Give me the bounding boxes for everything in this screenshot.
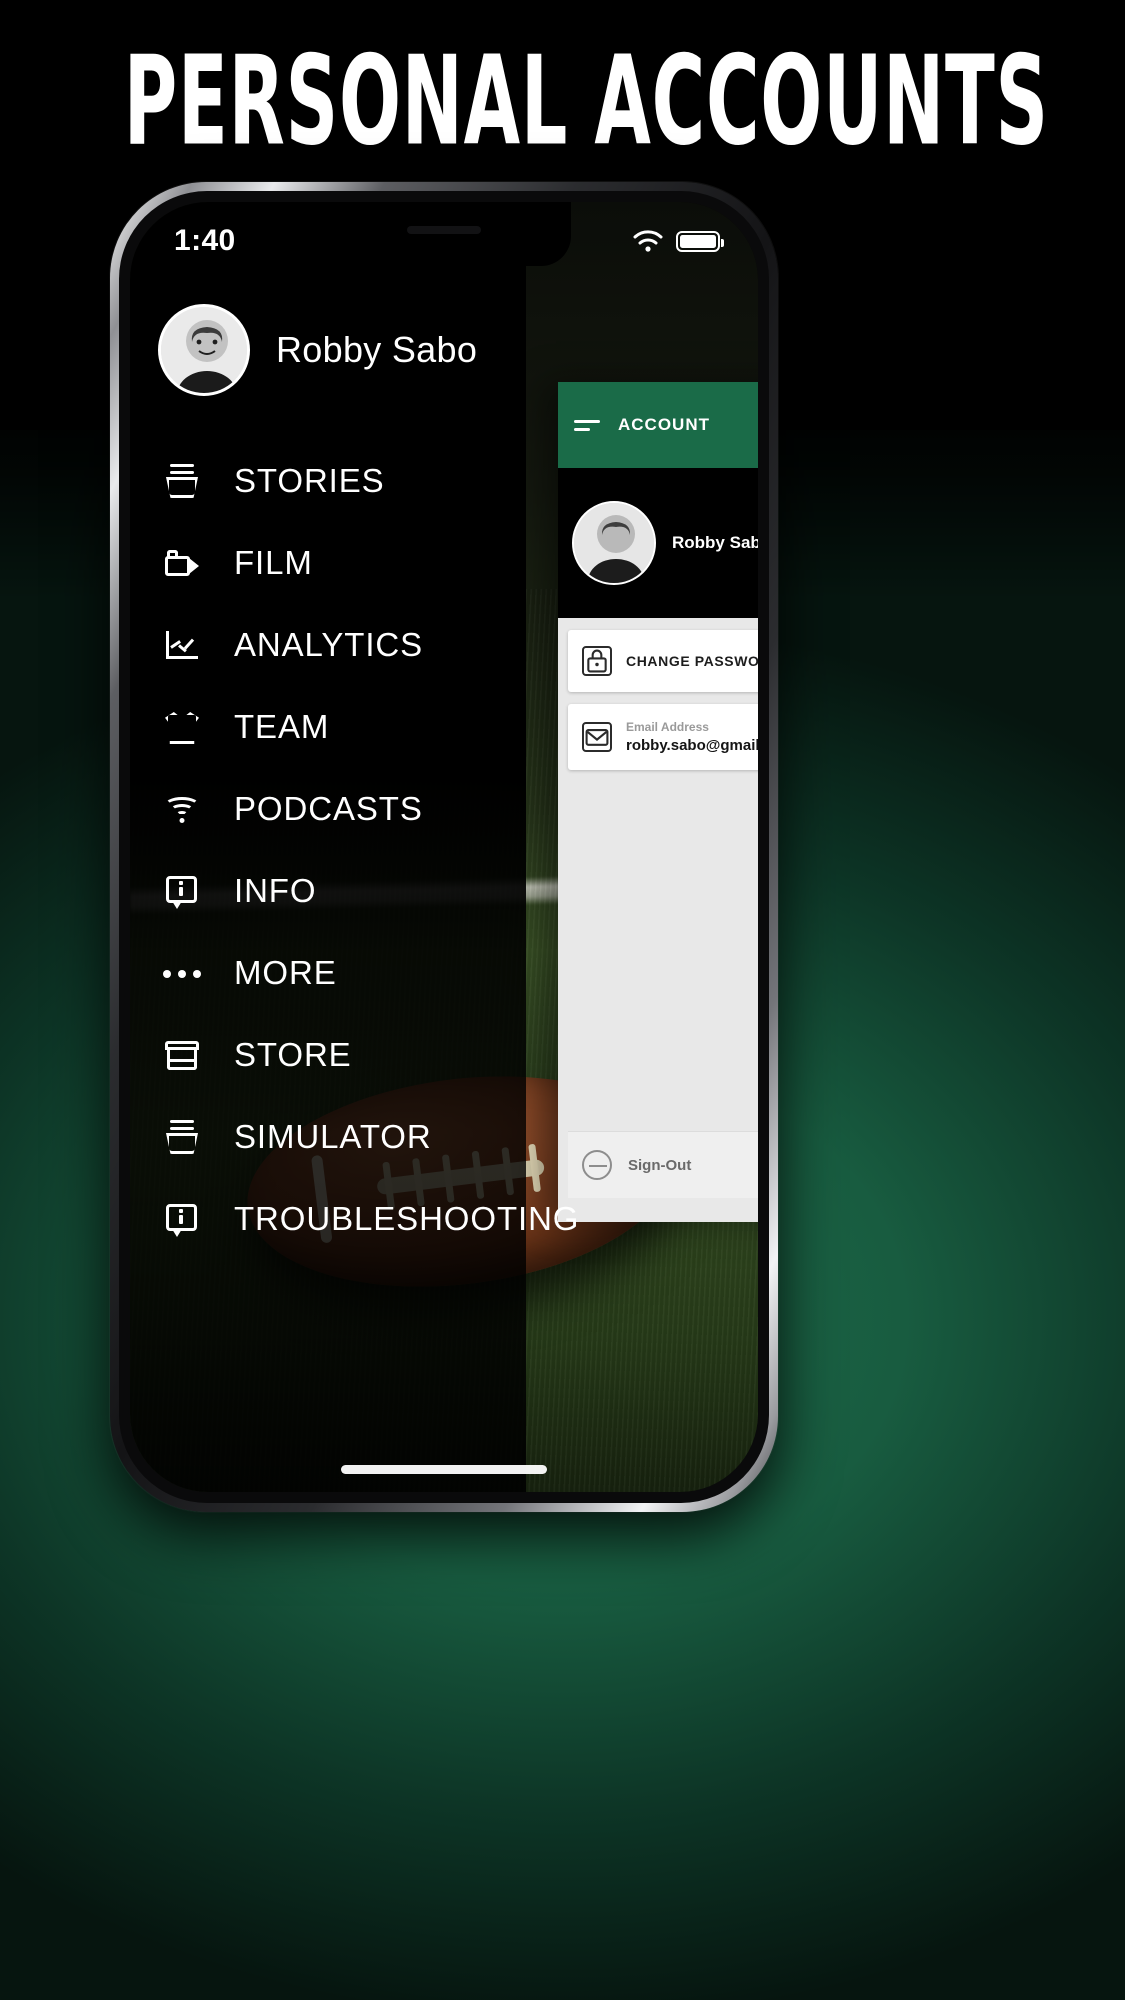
wifi-broadcast-icon (160, 787, 204, 831)
screenshot-stage: PERSONAL ACCOUNTS ACCOUNT Robby Sab CHAN… (0, 0, 1125, 2000)
page-title: PERSONAL ACCOUNTS (123, 28, 1049, 173)
drawer-username: Robby Sabo (276, 329, 478, 370)
sidebar-item-film[interactable]: FILM (130, 522, 526, 604)
line-chart-icon (160, 623, 204, 667)
account-panel[interactable]: ACCOUNT Robby Sabo (558, 382, 758, 1222)
ellipsis-icon (160, 951, 204, 995)
lock-icon (582, 646, 612, 676)
envelope-icon (582, 722, 612, 752)
status-bar-indicators (633, 230, 724, 252)
stack-icon (160, 1115, 204, 1159)
account-panel-username: Robby Sabo (672, 533, 758, 552)
status-bar: 1:40 (130, 202, 758, 266)
sidebar-item-stories[interactable]: STORIES (130, 440, 526, 522)
sidebar-item-label: INFO (234, 872, 317, 909)
account-panel-profile: Robby Sabo (558, 468, 758, 618)
battery-icon (676, 230, 724, 252)
sidebar-item-simulator[interactable]: SIMULATOR (130, 1096, 526, 1178)
sidebar-item-label: FILM (234, 544, 313, 581)
sidebar-item-info[interactable]: INFO (130, 850, 526, 932)
phone-screen: ACCOUNT Robby Sabo (130, 202, 758, 1492)
sign-out-icon (582, 1150, 612, 1180)
phone-bezel: ACCOUNT Robby Sabo (119, 191, 769, 1503)
sidebar-item-label: STORIES (234, 462, 385, 499)
sidebar-item-label: TROUBLESHOOTING (234, 1200, 580, 1237)
navigation-drawer: Robby Sabo STORIES FILM ANALYTICS TEAM P… (130, 202, 578, 1492)
hamburger-icon[interactable] (574, 419, 600, 431)
sign-out-button[interactable]: Sign-Out (568, 1131, 758, 1198)
sign-out-label: Sign-Out (628, 1156, 692, 1174)
sidebar-item-team[interactable]: TEAM (130, 686, 526, 768)
sidebar-item-label: SIMULATOR (234, 1118, 432, 1155)
status-bar-clock: 1:40 (174, 224, 236, 257)
info-bubble-icon (160, 1197, 204, 1241)
email-sub-label: Email Address (626, 720, 709, 734)
sidebar-item-label: MORE (234, 954, 337, 991)
sidebar-item-store[interactable]: STORE (130, 1014, 526, 1096)
sidebar-item-podcasts[interactable]: PODCASTS (130, 768, 526, 850)
info-bubble-icon (160, 869, 204, 913)
sidebar-item-label: TEAM (234, 708, 330, 745)
email-value: robby.sabo@gmail.com (626, 737, 758, 754)
account-panel-header: ACCOUNT (558, 382, 758, 468)
sidebar-item-label: ANALYTICS (234, 626, 424, 663)
wifi-icon (633, 230, 663, 252)
home-indicator[interactable] (341, 1465, 547, 1474)
sidebar-item-troubleshooting[interactable]: TROUBLESHOOTING (130, 1178, 578, 1260)
stack-icon (160, 459, 204, 503)
email-row[interactable]: Email Address robby.sabo@gmail.com (568, 704, 758, 770)
video-camera-icon (160, 541, 204, 585)
store-icon (160, 1033, 204, 1077)
change-password-row[interactable]: CHANGE PASSWORD (568, 630, 758, 692)
sidebar-item-more[interactable]: MORE (130, 932, 526, 1014)
account-panel-title: ACCOUNT (618, 415, 710, 434)
avatar (572, 501, 656, 585)
change-password-label: CHANGE PASSWORD (626, 653, 758, 669)
sidebar-item-label: PODCASTS (234, 790, 423, 827)
avatar[interactable] (158, 304, 250, 396)
sidebar-item-label: STORE (234, 1036, 352, 1073)
drawer-menu: STORIES FILM ANALYTICS TEAM PODCASTS INF… (130, 440, 578, 1260)
sidebar-item-analytics[interactable]: ANALYTICS (130, 604, 526, 686)
phone-mockup: ACCOUNT Robby Sabo (110, 182, 778, 1512)
drawer-profile[interactable]: Robby Sabo (130, 280, 526, 396)
jersey-icon (160, 705, 204, 749)
